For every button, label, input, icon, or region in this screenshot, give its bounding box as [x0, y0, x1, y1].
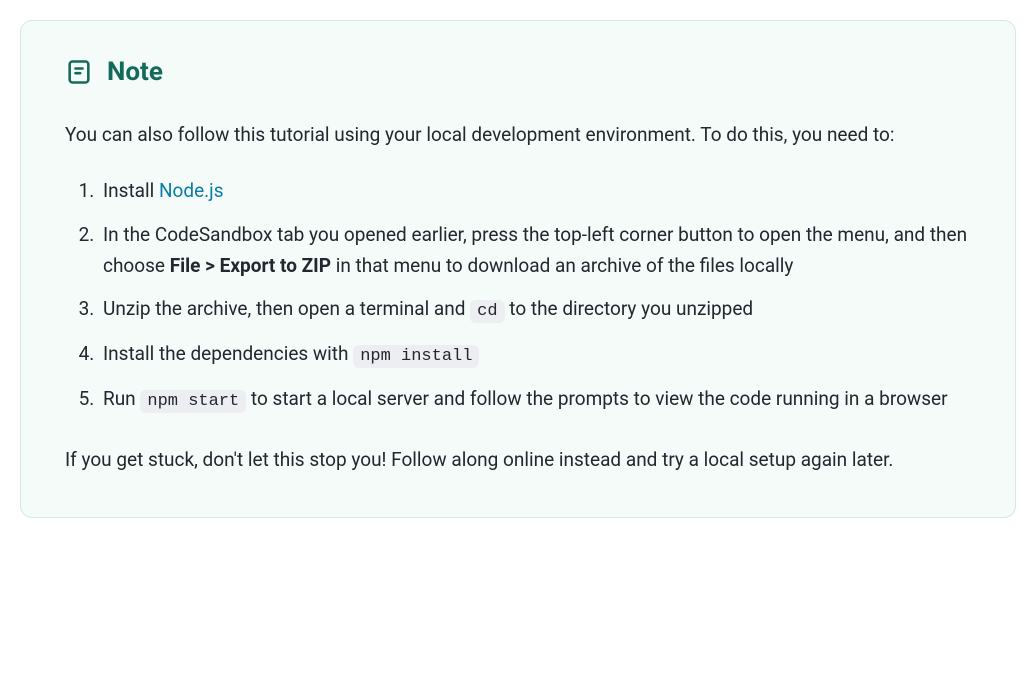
step-text: Unzip the archive, then open a terminal … [103, 297, 470, 320]
step-text: Install the dependencies with [103, 342, 353, 365]
step-text: to the directory you unzipped [505, 297, 754, 320]
step-text: Install [103, 179, 159, 202]
note-callout: Note You can also follow this tutorial u… [20, 20, 1016, 518]
list-item: Install Node.js [99, 175, 971, 206]
list-item: Unzip the archive, then open a terminal … [99, 293, 971, 326]
step-text: Run [103, 387, 140, 410]
code-inline: npm install [353, 345, 479, 368]
step-text: to start a local server and follow the p… [246, 387, 947, 410]
note-icon [65, 58, 93, 86]
menu-path-bold: File > Export to ZIP [170, 254, 331, 277]
step-text: in that menu to download an archive of t… [331, 254, 793, 277]
code-inline: cd [470, 300, 504, 323]
code-inline: npm start [140, 390, 246, 413]
note-outro-text: If you get stuck, don't let this stop yo… [65, 444, 971, 476]
list-item: In the CodeSandbox tab you opened earlie… [99, 219, 971, 282]
list-item: Install the dependencies with npm instal… [99, 338, 971, 371]
steps-list: Install Node.js In the CodeSandbox tab y… [65, 175, 971, 416]
note-intro-text: You can also follow this tutorial using … [65, 119, 971, 151]
note-header: Note [65, 57, 971, 87]
nodejs-link[interactable]: Node.js [159, 179, 224, 202]
note-title: Note [107, 57, 163, 87]
list-item: Run npm start to start a local server an… [99, 383, 971, 416]
